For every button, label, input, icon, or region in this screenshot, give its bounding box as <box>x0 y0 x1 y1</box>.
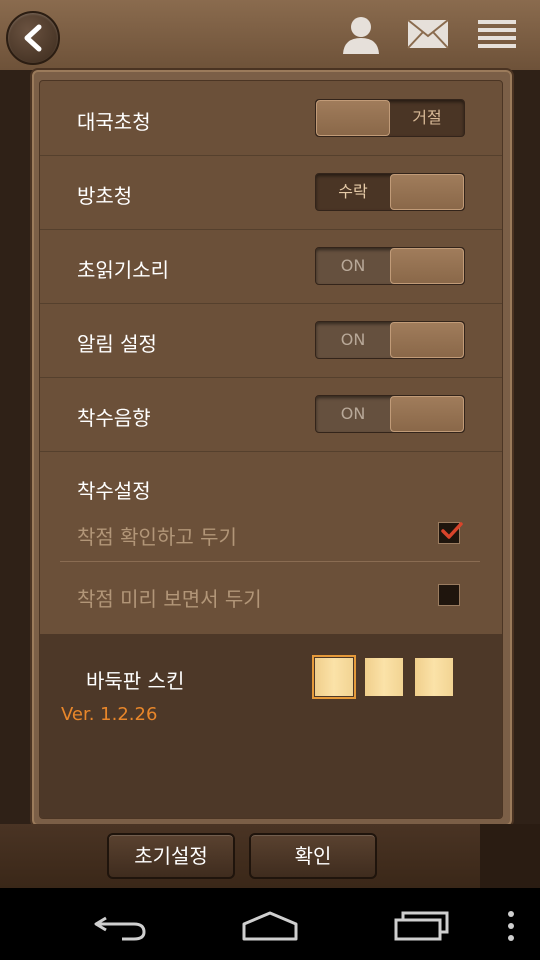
board-skin-swatch-2[interactable] <box>365 658 403 696</box>
top-bar <box>0 0 540 72</box>
board-skin-swatch-1[interactable] <box>312 655 356 699</box>
setting-label: 초읽기소리 <box>77 258 169 282</box>
setting-label: 대국초청 <box>77 110 151 134</box>
bottom-right-background <box>480 824 540 888</box>
confirm-button[interactable]: 확인 <box>249 833 377 879</box>
placement-option-preview[interactable]: 착점 미리 보면서 두기 <box>60 571 480 631</box>
toggle-knob[interactable] <box>316 100 390 136</box>
checkmark-icon <box>441 522 463 539</box>
game-invite-toggle[interactable]: 거절 <box>315 99 465 137</box>
setting-row-notifications: 알림 설정 ON <box>40 303 502 378</box>
setting-row-countdown-sound: 초읽기소리 ON <box>40 229 502 304</box>
bottom-action-bar: 초기설정 확인 <box>0 824 540 888</box>
setting-label: 방초청 <box>77 184 133 208</box>
more-options-icon[interactable] <box>505 908 517 944</box>
countdown-sound-toggle[interactable]: ON <box>315 247 465 285</box>
board-skin-section: 바둑판 스킨 Ver. 1.2.26 <box>40 634 502 818</box>
setting-label: 알림 설정 <box>77 332 157 356</box>
room-invite-toggle[interactable]: 수락 <box>315 173 465 211</box>
back-nav-icon[interactable] <box>92 912 148 942</box>
toggle-text: ON <box>340 404 366 423</box>
toggle-knob[interactable] <box>390 174 464 210</box>
toggle-text: ON <box>340 330 366 349</box>
settings-panel: 대국초청 거절 방초청 수락 초읽기소리 ON 알림 설정 ON 착수음향 ON <box>39 80 503 819</box>
placement-option-confirm[interactable]: 착점 확인하고 두기 <box>60 509 480 569</box>
version-text: Ver. 1.2.26 <box>61 704 158 725</box>
toggle-text: ON <box>340 256 366 275</box>
home-nav-icon[interactable] <box>240 910 300 942</box>
setting-label: 착수음향 <box>77 406 151 430</box>
toggle-text: 거절 <box>412 108 442 127</box>
board-skin-swatch-3[interactable] <box>415 658 453 696</box>
placement-settings-title: 착수설정 <box>77 479 151 503</box>
recent-apps-icon[interactable] <box>393 910 451 942</box>
confirm-checkbox[interactable] <box>438 522 463 544</box>
toggle-knob[interactable] <box>390 396 464 432</box>
toggle-knob[interactable] <box>390 248 464 284</box>
option-label: 착점 미리 보면서 두기 <box>77 587 262 611</box>
profile-icon[interactable] <box>340 14 382 56</box>
chevron-left-icon <box>24 24 42 52</box>
setting-row-stone-sound: 착수음향 ON <box>40 377 502 452</box>
menu-icon[interactable] <box>477 14 517 54</box>
notifications-toggle[interactable]: ON <box>315 321 465 359</box>
stone-sound-toggle[interactable]: ON <box>315 395 465 433</box>
reset-button[interactable]: 초기설정 <box>107 833 235 879</box>
toggle-knob[interactable] <box>390 322 464 358</box>
option-label: 착점 확인하고 두기 <box>77 525 237 549</box>
board-skin-label: 바둑판 스킨 <box>86 669 185 693</box>
divider <box>60 561 480 562</box>
back-button[interactable] <box>6 11 60 65</box>
setting-row-room-invite: 방초청 수락 <box>40 155 502 230</box>
preview-checkbox[interactable] <box>438 584 460 606</box>
system-navigation-bar <box>0 888 540 960</box>
setting-row-game-invite: 대국초청 거절 <box>40 81 502 156</box>
background-left <box>0 70 34 825</box>
toggle-text: 수락 <box>338 182 368 201</box>
mail-icon[interactable] <box>407 18 449 50</box>
